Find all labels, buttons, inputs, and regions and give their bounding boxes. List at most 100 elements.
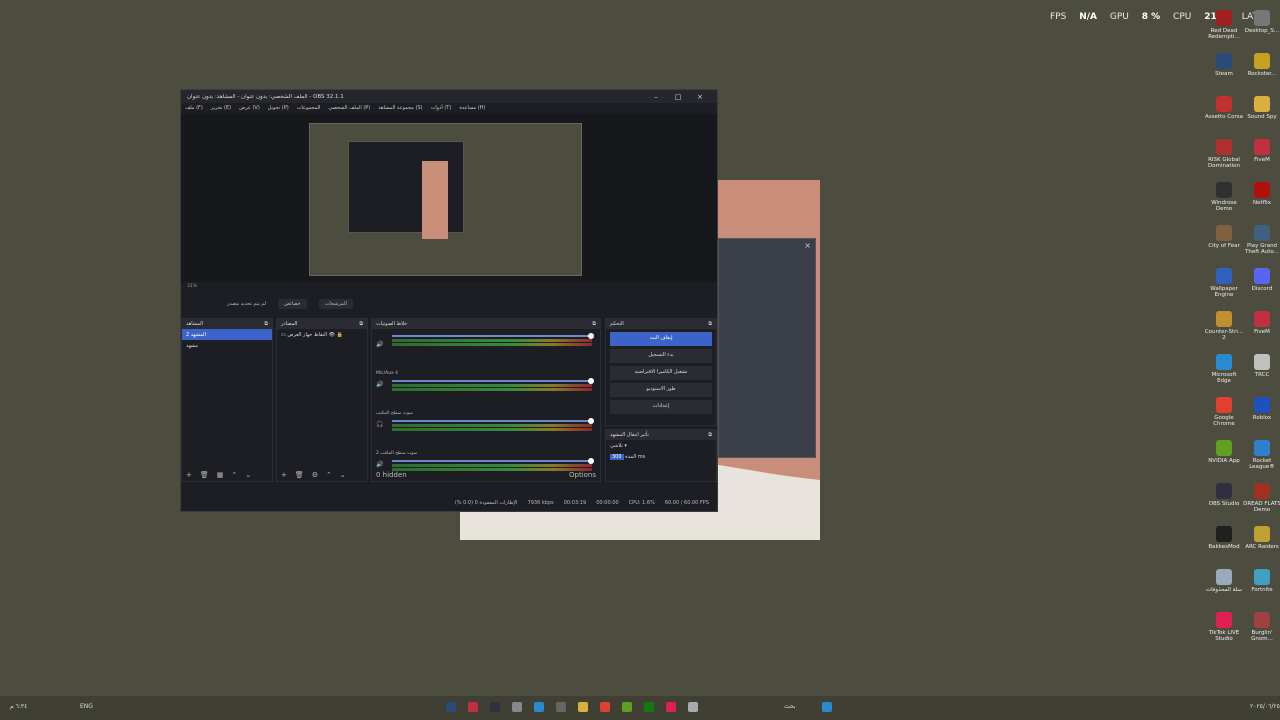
desktop-icon[interactable]: Steam xyxy=(1204,53,1244,77)
desktop-icon[interactable]: Netflix xyxy=(1242,182,1280,206)
speaker-icon[interactable]: 🔊 xyxy=(376,381,383,388)
filter-icon[interactable]: ▦ xyxy=(217,471,224,479)
add-icon[interactable]: + xyxy=(281,471,287,479)
zoom-level[interactable]: 31% xyxy=(187,284,197,289)
down-icon[interactable]: ⌄ xyxy=(340,471,346,479)
dock-float-icon[interactable]: ⧉ xyxy=(708,432,712,438)
studio-mode-button[interactable]: طور الاستوديو xyxy=(610,383,712,397)
desktop-icon[interactable]: TikTok LIVE Studio xyxy=(1204,612,1244,642)
desktop-icon[interactable]: سلة المحذوفات xyxy=(1204,569,1244,593)
up-icon[interactable]: ⌃ xyxy=(231,471,237,479)
minimize-icon[interactable]: – xyxy=(645,93,667,101)
desktop-icon[interactable]: Windrose Demo xyxy=(1204,182,1244,212)
steam-icon[interactable] xyxy=(446,702,456,712)
volume-slider[interactable] xyxy=(392,418,594,424)
folder-icon[interactable] xyxy=(578,702,588,712)
desktop-icon[interactable]: Desktop_S... xyxy=(1242,10,1280,34)
edge-icon[interactable] xyxy=(534,702,544,712)
options-button[interactable]: Options xyxy=(569,471,596,479)
dock-float-icon[interactable]: ⧉ xyxy=(359,321,363,327)
menu-file[interactable]: ملف (F) xyxy=(185,105,203,111)
menu-transform[interactable]: تحويل (P) xyxy=(268,105,289,111)
desktop-icon[interactable]: Red Dead Redempti... xyxy=(1204,10,1244,40)
dock-float-icon[interactable]: ⧉ xyxy=(592,321,596,327)
date[interactable]: ٢٠٢٥/٠٦/٢٥ xyxy=(1250,703,1280,710)
up-icon[interactable]: ⌃ xyxy=(326,471,332,479)
transition-select[interactable]: تلاشي ▾ xyxy=(606,440,716,451)
desktop-icon[interactable]: FiveM xyxy=(1242,311,1280,335)
scene-item[interactable]: المشهد 2 xyxy=(182,329,272,340)
speaker-icon[interactable]: 🔊 xyxy=(376,341,383,348)
desktop-icon[interactable]: Roblox xyxy=(1242,397,1280,421)
trash-icon[interactable]: 🗑 xyxy=(295,471,304,479)
close-icon[interactable]: × xyxy=(689,93,711,101)
store-icon[interactable] xyxy=(512,702,522,712)
search-label[interactable]: بحث xyxy=(784,703,795,710)
virtual-camera-button[interactable]: تشغيل الكاميرا الافتراضية xyxy=(610,366,712,380)
desktop-icon[interactable]: OBS Studio xyxy=(1204,483,1244,507)
desktop-icon[interactable]: Burglin' Gnom... xyxy=(1242,612,1280,642)
start-icon[interactable] xyxy=(822,702,832,712)
desktop-icon[interactable]: DREAD FLATS Demo xyxy=(1242,483,1280,513)
lock-icon[interactable]: 🔒 xyxy=(337,332,343,338)
menu-tools[interactable]: أدوات (T) xyxy=(431,105,452,111)
volume-slider[interactable] xyxy=(392,458,594,464)
pinterest-icon[interactable] xyxy=(666,702,676,712)
headphones-icon[interactable]: 🎧 xyxy=(376,421,383,428)
dock-float-icon[interactable]: ⧉ xyxy=(708,321,712,327)
desktop-icon[interactable]: Play Grand Theft Auto... xyxy=(1242,225,1280,255)
desktop-icon[interactable]: ARC Raiders xyxy=(1242,526,1280,550)
menu-edit[interactable]: تحرير (E) xyxy=(211,105,231,111)
source-item[interactable]: ▭ التقاط جهاز العرض 👁 🔒 xyxy=(277,329,367,340)
menu-help[interactable]: مساعدة (H) xyxy=(459,105,485,111)
volume-slider[interactable] xyxy=(392,333,594,339)
close-icon[interactable]: × xyxy=(804,241,811,250)
nvidia-icon[interactable] xyxy=(622,702,632,712)
desktop-icon[interactable]: Wallpaper Engine xyxy=(1204,268,1244,298)
desktop-icon[interactable]: Microsoft Edge xyxy=(1204,354,1244,384)
title-bar[interactable]: الملف الشخصي: بدون عنوان - المشاهد: بدون… xyxy=(181,90,717,103)
maximize-icon[interactable]: □ xyxy=(667,93,689,101)
desktop-icon[interactable]: NVIDIA App xyxy=(1204,440,1244,464)
stop-streaming-button[interactable]: إيقاف البث xyxy=(610,332,712,346)
app-icon[interactable] xyxy=(468,702,478,712)
preview-area[interactable] xyxy=(181,114,717,282)
properties-button[interactable]: خصائص xyxy=(278,299,307,309)
chrome-icon[interactable] xyxy=(600,702,610,712)
menu-scene-collection[interactable]: مجموعة المشاهد (S) xyxy=(378,105,422,111)
trash-icon[interactable]: 🗑 xyxy=(200,471,209,479)
duration-field[interactable]: المدة 300 ms xyxy=(606,451,716,462)
preview-canvas[interactable] xyxy=(309,123,582,276)
menu-profile[interactable]: الملف الشخصي (P) xyxy=(328,105,370,111)
desktop-icon[interactable]: FiveM xyxy=(1242,139,1280,163)
start-recording-button[interactable]: بدء التسجيل xyxy=(610,349,712,363)
filters-button[interactable]: المرشحات xyxy=(318,299,353,309)
blurred-window[interactable]: × xyxy=(718,238,816,458)
scene-item[interactable]: مشهد xyxy=(182,340,272,351)
desktop-icon[interactable]: RISK Global Domination xyxy=(1204,139,1244,169)
desktop-icon[interactable]: Sound Spy xyxy=(1242,96,1280,120)
language-indicator[interactable]: ENG xyxy=(80,703,93,710)
settings-icon[interactable] xyxy=(556,702,566,712)
xbox-icon[interactable] xyxy=(644,702,654,712)
eye-icon[interactable]: 👁 xyxy=(329,332,335,338)
speaker-icon[interactable]: 🔊 xyxy=(376,461,383,468)
menu-collections[interactable]: المجموعات xyxy=(297,105,321,111)
desktop-icon[interactable]: Discord xyxy=(1242,268,1280,292)
desktop-icon[interactable]: Counter-Stri... 2 xyxy=(1204,311,1244,341)
dock-float-icon[interactable]: ⧉ xyxy=(264,321,268,327)
add-icon[interactable]: + xyxy=(186,471,192,479)
desktop-icon[interactable]: Rocket League® xyxy=(1242,440,1280,470)
desktop-icon[interactable]: Rockstar... xyxy=(1242,53,1280,77)
window-icon[interactable] xyxy=(688,702,698,712)
clock[interactable]: ٦:٣٤ م xyxy=(10,703,27,710)
down-icon[interactable]: ⌄ xyxy=(245,471,251,479)
desktop-icon[interactable]: Fortnite xyxy=(1242,569,1280,593)
volume-slider[interactable] xyxy=(392,378,594,384)
desktop-icon[interactable]: Google Chrome xyxy=(1204,397,1244,427)
settings-button[interactable]: إعدادات xyxy=(610,400,712,414)
obs-window[interactable]: الملف الشخصي: بدون عنوان - المشاهد: بدون… xyxy=(180,89,718,512)
desktop-icon[interactable]: TRCC xyxy=(1242,354,1280,378)
menu-view[interactable]: عرض (V) xyxy=(239,105,260,111)
gear-icon[interactable]: ⚙ xyxy=(312,471,318,479)
